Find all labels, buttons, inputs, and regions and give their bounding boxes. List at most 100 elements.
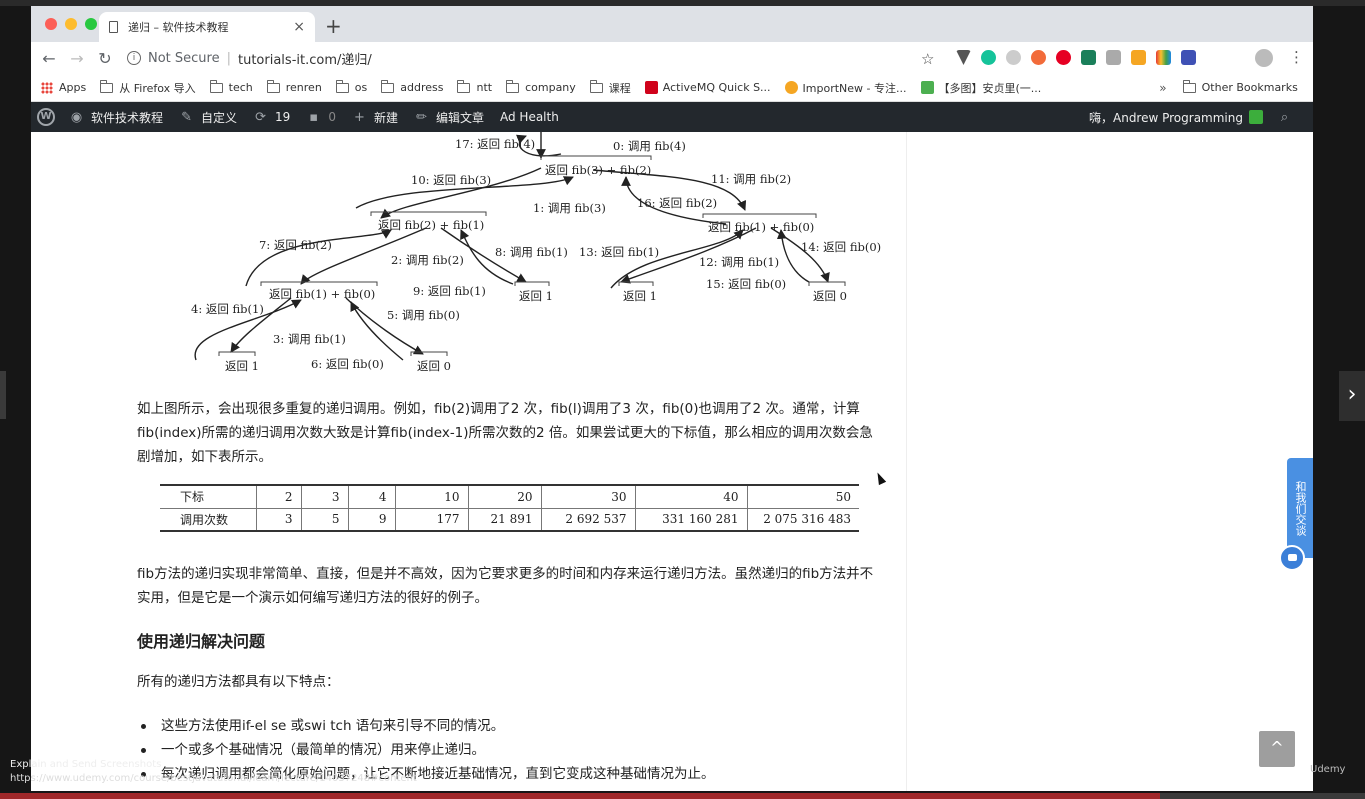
table-cell: 3 bbox=[300, 485, 348, 509]
contact-us-tab[interactable]: 和我们交谈 bbox=[1287, 458, 1313, 558]
table-cell: 2 075 316 483 bbox=[746, 508, 859, 531]
folder-icon bbox=[1182, 79, 1196, 93]
list-item: 这些方法使用if-el se 或swi tch 语句来引导不同的情况。 bbox=[139, 714, 715, 738]
wp-greeting[interactable]: 嗨，Andrew Programming bbox=[1089, 109, 1243, 126]
folder-icon bbox=[266, 79, 280, 93]
wp-edit-link[interactable]: ✏ 编辑文章 bbox=[414, 109, 484, 126]
bookmark-importnew[interactable]: ImportNew - 专注... bbox=[784, 80, 907, 96]
extension-orange-icon[interactable] bbox=[1031, 50, 1046, 65]
bookmark-firefox[interactable]: 从 Firefox 导入 bbox=[100, 79, 196, 96]
extension-blue-icon[interactable] bbox=[1181, 50, 1196, 65]
folder-icon bbox=[381, 79, 395, 93]
bookmark-label: 【多图】安贞里(一... bbox=[938, 81, 1042, 95]
wp-site-label: 软件技术教程 bbox=[91, 110, 164, 125]
folder-icon bbox=[209, 79, 223, 93]
explain-screenshot-label[interactable]: Explain and Send Screenshots bbox=[10, 759, 161, 770]
bookmark-label: ImportNew - 专注... bbox=[802, 81, 907, 95]
bookmark-anjuke[interactable]: 【多图】安贞里(一... bbox=[920, 80, 1042, 96]
label-17: 17: 返回 fib(4) bbox=[455, 137, 535, 151]
bookmark-star-icon[interactable]: ☆ bbox=[921, 50, 934, 68]
previous-lecture-edge[interactable] bbox=[0, 371, 6, 419]
wp-customize-link[interactable]: ✎ 自定义 bbox=[179, 109, 237, 126]
label-8: 8: 调用 fib(1) bbox=[495, 245, 568, 259]
search-icon[interactable]: ⌕ bbox=[1277, 110, 1292, 125]
color-picker-icon[interactable] bbox=[1156, 50, 1171, 65]
label-14: 14: 返回 fib(0) bbox=[801, 240, 881, 254]
refresh-icon: ⟳ bbox=[255, 109, 266, 125]
wp-site-link[interactable]: ◉ 软件技术教程 bbox=[69, 109, 163, 126]
table-cell: 20 bbox=[467, 485, 541, 509]
bookmark-activemq[interactable]: ActiveMQ Quick S... bbox=[644, 81, 771, 94]
wp-ad-health-link[interactable]: Ad Health bbox=[500, 110, 559, 124]
node-bracket bbox=[218, 351, 256, 356]
bookmark-renren[interactable]: renren bbox=[266, 79, 322, 94]
maximize-window-button[interactable] bbox=[85, 18, 97, 30]
active-tab[interactable]: 递归 – 软件技术教程 × bbox=[99, 12, 315, 42]
extension-puzzle-icon[interactable] bbox=[1106, 50, 1121, 65]
bookmark-company[interactable]: company bbox=[506, 79, 576, 94]
new-tab-button[interactable]: + bbox=[325, 14, 342, 38]
node-bracket bbox=[260, 281, 378, 286]
table-row: 调用次数 3 5 9 177 21 891 2 692 537 331 160 … bbox=[160, 508, 859, 531]
dashboard-icon: ◉ bbox=[70, 109, 83, 125]
back-icon[interactable]: ← bbox=[35, 49, 63, 68]
label-0: 0: 调用 fib(4) bbox=[613, 139, 686, 153]
video-progress-bar[interactable] bbox=[0, 793, 1365, 799]
wp-customize-label: 自定义 bbox=[201, 110, 238, 125]
table-cell: 177 bbox=[394, 508, 468, 531]
minimize-window-button[interactable] bbox=[65, 18, 77, 30]
bookmark-apps[interactable]: Apps bbox=[41, 81, 86, 94]
extension-s-icon[interactable] bbox=[1081, 50, 1096, 65]
chat-bubble-icon[interactable] bbox=[1279, 545, 1305, 571]
more-bookmarks-icon[interactable]: » bbox=[1159, 81, 1166, 95]
table-cell: 5 bbox=[300, 508, 348, 531]
close-window-button[interactable] bbox=[45, 18, 57, 30]
address-bar[interactable]: i Not Secure | tutorials-it.com/递归/ bbox=[127, 45, 947, 71]
reload-icon[interactable]: ↻ bbox=[91, 49, 119, 68]
menu-icon[interactable]: ⋮ bbox=[1289, 48, 1304, 66]
node-ret0-b: 返回 0 bbox=[417, 359, 451, 373]
extension-star-icon[interactable] bbox=[1131, 50, 1146, 65]
node-bracket bbox=[618, 281, 654, 286]
bookmark-address[interactable]: address bbox=[381, 79, 443, 94]
wp-updates-link[interactable]: ⟳ 19 bbox=[253, 110, 290, 125]
bookmark-label: os bbox=[354, 81, 368, 94]
bookmark-courses[interactable]: 课程 bbox=[589, 79, 631, 96]
address-separator: | bbox=[226, 50, 231, 66]
profile-avatar[interactable] bbox=[1255, 49, 1273, 67]
recursion-calls-table: 下标 2 3 4 10 20 30 40 50 调用次数 3 5 9 177 2… bbox=[160, 484, 859, 532]
node-fib1-right: 返回 fib(1) + fib(0) bbox=[708, 220, 814, 234]
folder-icon bbox=[335, 79, 349, 93]
scroll-to-top-button[interactable]: ^ bbox=[1259, 731, 1295, 767]
pinterest-icon[interactable] bbox=[1056, 50, 1071, 65]
forward-icon[interactable]: → bbox=[63, 49, 91, 68]
info-icon[interactable]: i bbox=[127, 51, 141, 65]
sidebar bbox=[906, 132, 1313, 791]
user-avatar[interactable] bbox=[1249, 110, 1263, 124]
bookmark-label: Other Bookmarks bbox=[1201, 81, 1298, 94]
table-cell: 3 bbox=[255, 508, 301, 531]
table-cell: 2 bbox=[255, 485, 301, 509]
wordpress-logo-icon[interactable]: W bbox=[37, 108, 55, 126]
close-tab-icon[interactable]: × bbox=[293, 19, 305, 35]
label-1: 1: 调用 fib(3) bbox=[533, 201, 606, 215]
node-ret1-a: 返回 1 bbox=[519, 289, 553, 303]
anjuke-icon bbox=[920, 81, 934, 94]
table-cell: 10 bbox=[394, 485, 468, 509]
wp-comments-link[interactable]: ▪ 0 bbox=[306, 110, 336, 125]
bookmark-ntt[interactable]: ntt bbox=[457, 79, 492, 94]
bookmark-tech[interactable]: tech bbox=[209, 79, 253, 94]
label-13: 13: 返回 fib(1) bbox=[579, 245, 659, 259]
next-lecture-chevron-icon[interactable]: › bbox=[1339, 371, 1365, 421]
bookmark-other[interactable]: Other Bookmarks bbox=[1182, 79, 1298, 94]
node-fib1-left: 返回 fib(1) + fib(0) bbox=[269, 287, 375, 301]
node-bracket bbox=[702, 213, 817, 218]
vue-devtools-icon[interactable] bbox=[956, 50, 971, 65]
wp-new-link[interactable]: + 新建 bbox=[352, 109, 398, 126]
grammarly-icon[interactable] bbox=[981, 50, 996, 65]
extension-gray-icon[interactable] bbox=[1006, 50, 1021, 65]
bookmark-label: tech bbox=[228, 81, 253, 94]
edge-5 bbox=[345, 297, 424, 355]
lecture-url-label[interactable]: https://www.udemy.com/course/bestjavatut… bbox=[10, 773, 417, 784]
bookmark-os[interactable]: os bbox=[335, 79, 368, 94]
